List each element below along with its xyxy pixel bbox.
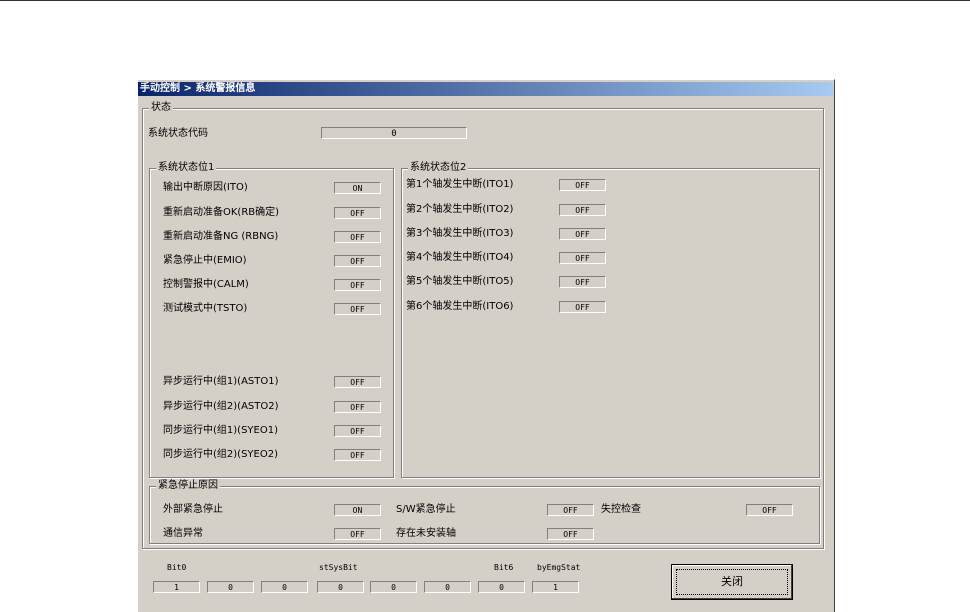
status-code-label: 系统状态代码 <box>148 128 208 139</box>
status-bit-indicator: OFF <box>334 255 381 267</box>
axis-interrupt-indicator: OFF <box>559 228 606 240</box>
top-divider <box>0 0 970 1</box>
axis-interrupt-label: 第2个轴发生中断(ITO2) <box>406 204 514 215</box>
status-bit-indicator: ON <box>334 182 381 194</box>
status-group-label: 状态 <box>149 102 173 114</box>
axis-interrupt-label: 第1个轴发生中断(ITO1) <box>406 179 514 190</box>
status-bit-indicator: OFF <box>334 207 381 219</box>
bit-value-field: 0 <box>261 581 308 593</box>
status-bit-indicator: OFF <box>334 449 381 461</box>
bit-value-field: 0 <box>370 581 417 593</box>
emergency-reason-indicator: OFF <box>334 528 381 540</box>
emergency-reason-indicator: OFF <box>746 504 793 516</box>
status-bit-indicator: OFF <box>334 303 381 315</box>
status-bit-label: 同步运行中(组1)(SYEO1) <box>163 425 278 436</box>
bit-value-field: 1 <box>153 581 200 593</box>
axis-interrupt-indicator: OFF <box>559 179 606 191</box>
axis-interrupt-label: 第3个轴发生中断(ITO3) <box>406 228 514 239</box>
status-bit-label: 同步运行中(组2)(SYEO2) <box>163 449 278 460</box>
status-bit-indicator: OFF <box>334 425 381 437</box>
bit-value-field: 1 <box>532 581 579 593</box>
emergency-reason-label: S/W紧急停止 <box>396 504 456 515</box>
status-bit-indicator: OFF <box>334 376 381 388</box>
emergency-reason-label: 外部紧急停止 <box>163 504 223 515</box>
emergency-reason-label: 失控检查 <box>601 504 641 515</box>
status-bit-label: 异步运行中(组2)(ASTO2) <box>163 401 279 412</box>
axis-interrupt-indicator: OFF <box>559 276 606 288</box>
status-bits-2-label: 系统状态位2 <box>408 162 469 174</box>
axis-interrupt-indicator: OFF <box>559 252 606 264</box>
bit-value-field: 0 <box>317 581 364 593</box>
bit-value-field: 0 <box>207 581 254 593</box>
status-bit-label: 紧急停止中(EMIO) <box>163 255 247 266</box>
axis-interrupt-label: 第4个轴发生中断(ITO4) <box>406 252 514 263</box>
status-bits-1-label: 系统状态位1 <box>156 162 217 174</box>
status-bit-label: 重新启动准备NG (RBNG) <box>163 231 279 242</box>
status-bit-label: 测试模式中(TSTO) <box>163 303 248 314</box>
status-bit-label: 重新启动准备OK(RB确定) <box>163 207 280 218</box>
status-bit-indicator: OFF <box>334 231 381 243</box>
axis-interrupt-label: 第5个轴发生中断(ITO5) <box>406 276 514 287</box>
close-button[interactable]: 关闭 <box>671 564 793 600</box>
status-bit-indicator: OFF <box>334 279 381 291</box>
bit-label: Bit6 <box>494 563 514 572</box>
emergency-reason-label: 存在未安装轴 <box>396 528 456 539</box>
status-bit-label: 输出中断原因(ITO) <box>163 182 248 193</box>
bit-label: Bit0 <box>167 563 187 572</box>
axis-interrupt-indicator: OFF <box>559 204 606 216</box>
bit-label: byEmgStat <box>537 563 581 572</box>
emergency-reason-indicator: OFF <box>547 528 594 540</box>
alarm-info-window: 手动控制 > 系统警报信息 状态 系统状态代码 0 系统状态位1 系统状态位2 … <box>137 79 835 612</box>
status-code-field: 0 <box>321 127 467 139</box>
status-bit-label: 控制警报中(CALM) <box>163 279 249 290</box>
status-bit-label: 异步运行中(组1)(ASTO1) <box>163 376 279 387</box>
window-title: 手动控制 > 系统警报信息 <box>138 82 833 96</box>
bit-label: stSysBit <box>319 563 358 572</box>
axis-interrupt-indicator: OFF <box>559 301 606 313</box>
status-bit-indicator: OFF <box>334 401 381 413</box>
emergency-reason-indicator: ON <box>334 504 381 516</box>
bit-value-field: 0 <box>478 581 525 593</box>
emergency-reason-label: 通信异常 <box>163 528 203 539</box>
emergency-reason-indicator: OFF <box>547 504 594 516</box>
emergency-group: 紧急停止原因 <box>149 480 820 544</box>
axis-interrupt-label: 第6个轴发生中断(ITO6) <box>406 301 514 312</box>
emergency-group-label: 紧急停止原因 <box>156 480 220 492</box>
bit-value-field: 0 <box>424 581 471 593</box>
